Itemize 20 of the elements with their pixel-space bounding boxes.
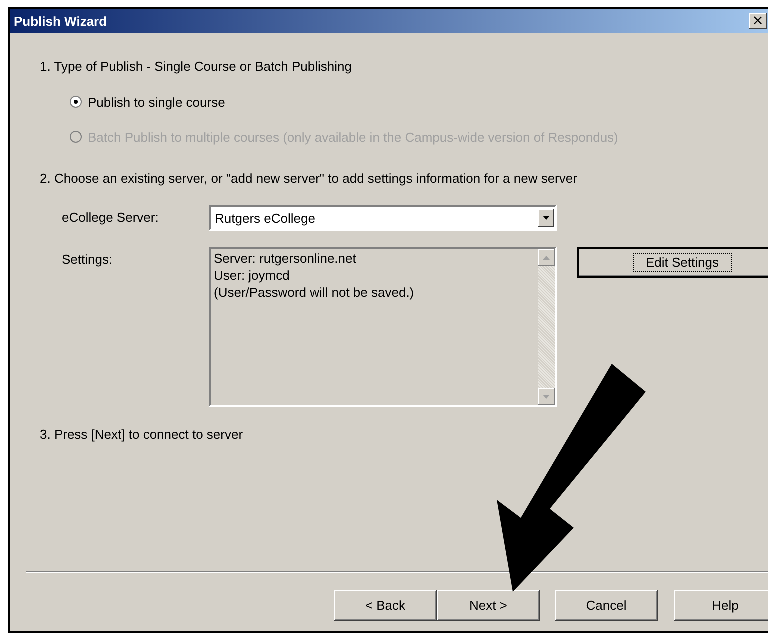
close-button[interactable]: ×	[749, 13, 767, 29]
window-title: Publish Wizard	[14, 14, 108, 28]
step-heading: 2. Choose an existing server, or "add new server" to add settings information for a new server	[40, 171, 578, 188]
settings-line: Server: rutgersonline.net	[214, 250, 358, 267]
scroll-down-icon	[538, 388, 555, 405]
wizard-button[interactable]: Next >	[437, 590, 540, 621]
scroll-up-icon	[538, 249, 555, 266]
settings-line: (User/Password will not be saved.)	[214, 284, 416, 301]
wizard-button[interactable]: Help	[674, 590, 768, 621]
step-heading: 3. Press [Next] to connect to server	[40, 427, 244, 444]
radio-label: Publish to single course	[88, 94, 226, 110]
wizard-button[interactable]: Cancel	[555, 590, 658, 621]
edit-settings-button[interactable]: Edit Settings	[577, 247, 768, 278]
settings-line: User: joymcd	[214, 267, 291, 284]
radio-button[interactable]	[70, 96, 82, 108]
field-label: Settings:	[62, 251, 114, 267]
wizard-button[interactable]: < Back	[334, 590, 437, 621]
field-label: eCollege Server:	[62, 209, 160, 225]
server-dropdown[interactable]: Rutgers eCollege	[209, 205, 557, 231]
step-heading: 1. Type of Publish - Single Course or Batch Publishing	[40, 59, 353, 76]
